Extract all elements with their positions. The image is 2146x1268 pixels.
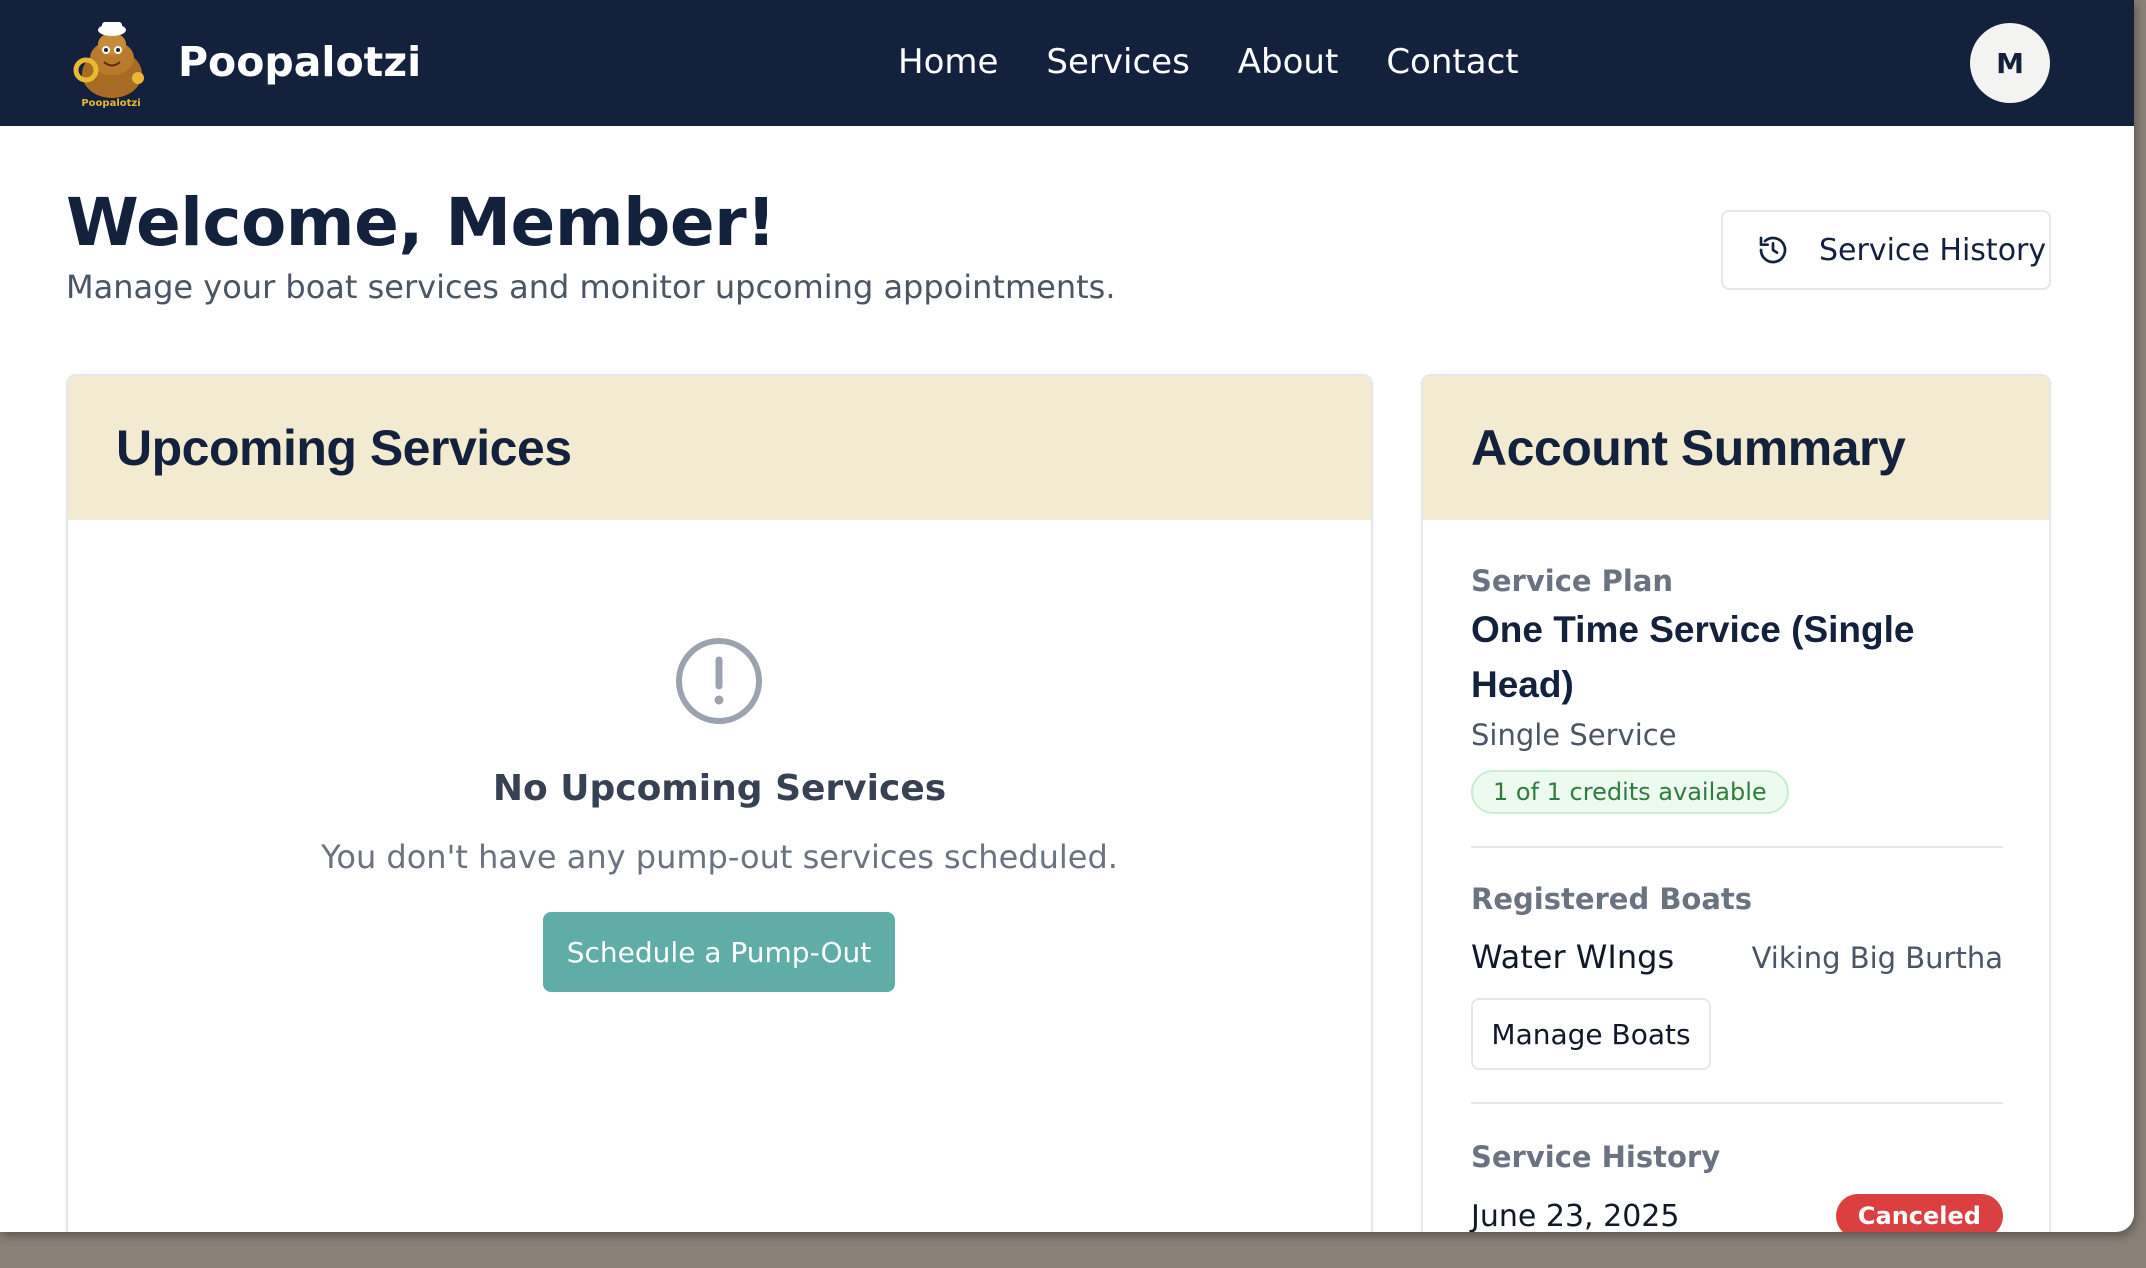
schedule-pump-out-button[interactable]: Schedule a Pump-Out: [543, 912, 895, 992]
nav-link-services[interactable]: Services: [1046, 42, 1189, 82]
boat-row: Water WIngs Viking Big Burtha: [1471, 938, 2003, 976]
manage-boats-button[interactable]: Manage Boats: [1471, 998, 1711, 1070]
nav-link-contact[interactable]: Contact: [1386, 42, 1518, 82]
upcoming-services-card: Upcoming Services No Upcoming Services Y…: [66, 374, 1373, 1232]
service-history-button[interactable]: Service History: [1721, 210, 2051, 290]
history-icon: [1759, 236, 1787, 264]
registered-boats-label: Registered Boats: [1471, 882, 1753, 916]
credits-badge: 1 of 1 credits available: [1471, 770, 1789, 814]
nav-link-home[interactable]: Home: [898, 42, 998, 82]
user-avatar[interactable]: M: [1970, 23, 2050, 103]
account-summary-card: Account Summary Service Plan One Time Se…: [1421, 374, 2051, 1232]
nav-link-about[interactable]: About: [1238, 42, 1339, 82]
navbar: Poopalotzi Poopalotzi Home Services Abou…: [0, 0, 2134, 126]
page-title: Welcome, Member!: [66, 184, 776, 261]
logo-text: Poopalotzi: [81, 98, 140, 109]
service-plan-label: Service Plan: [1471, 564, 1674, 598]
page-subtitle: Manage your boat services and monitor up…: [66, 268, 1116, 306]
boat-name: Water WIngs: [1471, 938, 1675, 976]
alert-circle-icon: [676, 638, 762, 724]
history-date: June 23, 2025: [1471, 1198, 1680, 1233]
status-badge: Canceled: [1835, 1194, 2003, 1232]
browser-window: Poopalotzi Poopalotzi Home Services Abou…: [0, 0, 2134, 1232]
history-row: June 23, 2025 Canceled: [1471, 1194, 2003, 1232]
upcoming-services-title: Upcoming Services: [116, 420, 572, 476]
account-summary-header: Account Summary: [1423, 376, 2049, 520]
service-plan-type: Single Service: [1471, 718, 1677, 752]
brand-name[interactable]: Poopalotzi: [178, 38, 421, 86]
upcoming-services-header: Upcoming Services: [68, 376, 1371, 520]
service-plan-name: One Time Service (Single Head): [1471, 609, 1915, 705]
logo-mascot[interactable]: Poopalotzi: [70, 14, 152, 110]
nav-links: Home Services About Contact: [898, 42, 1519, 82]
service-history-label: Service History: [1471, 1140, 1721, 1174]
empty-state-text: You don't have any pump-out services sch…: [321, 838, 1118, 876]
empty-state-title: No Upcoming Services: [492, 768, 947, 809]
account-summary-title: Account Summary: [1471, 420, 1906, 476]
account-summary-body: Service Plan One Time Service (Single He…: [1471, 520, 2003, 1232]
service-history-button-label: Service History: [1819, 232, 2047, 268]
boat-model: Viking Big Burtha: [1751, 941, 2003, 975]
